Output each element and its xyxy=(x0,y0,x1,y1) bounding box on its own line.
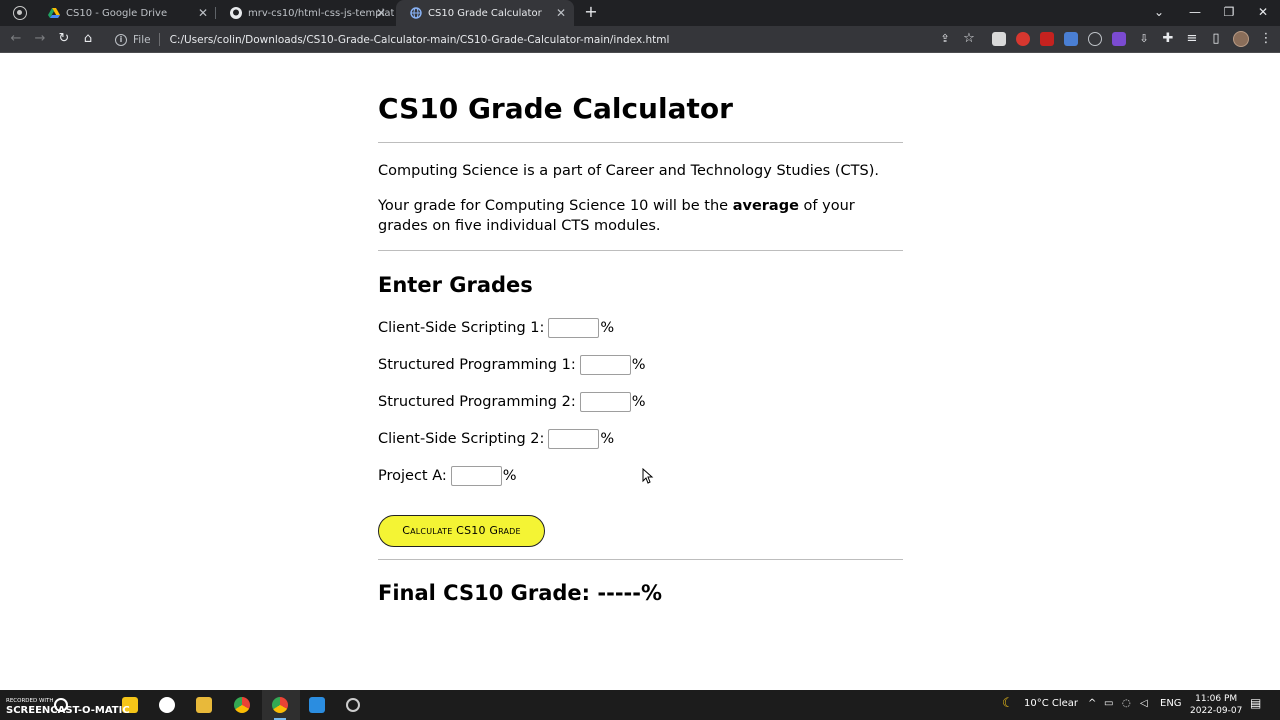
wifi-icon[interactable]: ◌ xyxy=(1122,698,1131,709)
profile-avatar[interactable] xyxy=(1233,31,1249,47)
percent-unit: % xyxy=(631,357,646,373)
clock[interactable]: 11:06 PM 2022-09-07 xyxy=(1190,693,1242,717)
power-extension-icon[interactable] xyxy=(1088,32,1102,46)
side-panel-icon[interactable]: ▯ xyxy=(1208,31,1224,47)
github-icon xyxy=(230,7,242,19)
mail-extension-icon[interactable] xyxy=(1040,32,1054,46)
file-explorer-icon[interactable] xyxy=(196,697,212,713)
grade-row-client-side-scripting-1: Client-Side Scripting 1: % xyxy=(378,318,903,338)
field-label: Client-Side Scripting 2: xyxy=(378,431,545,447)
reading-list-icon[interactable]: ≡ xyxy=(1184,31,1200,47)
chrome-icon[interactable] xyxy=(234,697,250,713)
description-text: Your grade for Computing Science 10 will… xyxy=(378,196,903,236)
tab-github[interactable]: mrv-cs10/html-css-js-template: T ✕ xyxy=(216,0,394,26)
screen-share-icon[interactable]: ▭ xyxy=(1104,698,1113,709)
tab-title: CS10 - Google Drive xyxy=(66,7,168,19)
globe-icon xyxy=(410,7,422,19)
project-a-input[interactable] xyxy=(450,466,502,486)
grade-row-structured-programming-1: Structured Programming 1: % xyxy=(378,355,903,375)
tab-google-drive[interactable]: CS10 - Google Drive ✕ xyxy=(34,0,216,26)
close-window-icon[interactable]: ✕ xyxy=(1246,0,1280,26)
new-tab-button[interactable]: + xyxy=(582,3,600,21)
client-side-scripting-2-input[interactable] xyxy=(548,429,600,449)
puzzle-extensions-icon[interactable]: ✚ xyxy=(1160,31,1176,47)
divider xyxy=(378,250,903,251)
grade-row-project-a: Project A: % xyxy=(378,466,903,486)
vscode-icon[interactable] xyxy=(309,697,325,713)
tab-search-icon[interactable] xyxy=(13,6,27,20)
final-grade-heading: Final CS10 Grade: -----% xyxy=(378,581,663,605)
enter-grades-heading: Enter Grades xyxy=(378,273,533,297)
recorder-app-icon[interactable] xyxy=(346,698,360,712)
taskbar: ☾ 10°C Clear ^ ▭ ◌ ◁ ENG 11:06 PM 2022-0… xyxy=(0,690,1280,720)
percent-unit: % xyxy=(502,468,517,484)
back-arrow-icon[interactable]: ← xyxy=(8,31,24,47)
field-label: Structured Programming 2: xyxy=(378,394,576,410)
clock-time: 11:06 PM xyxy=(1195,694,1238,704)
chrome-active-icon[interactable] xyxy=(272,697,288,713)
browser-toolbar: ← → ↻ ⌂ i File C:/Users/colin/Downloads/… xyxy=(0,26,1280,53)
tab-title: mrv-cs10/html-css-js-template: T xyxy=(248,7,394,19)
page-content: CS10 Grade Calculator Computing Science … xyxy=(378,53,903,606)
description-bold: average xyxy=(732,198,799,214)
reload-icon[interactable]: ↻ xyxy=(56,31,72,47)
field-label: Client-Side Scripting 1: xyxy=(378,320,545,336)
client-side-scripting-1-input[interactable] xyxy=(548,318,600,338)
mouse-cursor-icon xyxy=(642,468,654,484)
google-drive-icon xyxy=(48,8,60,18)
percent-unit: % xyxy=(631,394,646,410)
divider xyxy=(378,559,903,560)
tab-strip: CS10 - Google Drive ✕ mrv-cs10/html-css-… xyxy=(0,0,1280,26)
grade-row-structured-programming-2: Structured Programming 2: % xyxy=(378,392,903,412)
percent-unit: % xyxy=(600,320,615,336)
field-label: Structured Programming 1: xyxy=(378,357,576,373)
grade-row-client-side-scripting-2: Client-Side Scripting 2: % xyxy=(378,429,903,449)
close-tab-icon[interactable]: ✕ xyxy=(374,6,388,20)
recording-watermark: RECORDED WITH SCREENCAST-O-MATIC xyxy=(6,696,130,716)
download-extension-icon[interactable]: ⇩ xyxy=(1136,31,1152,47)
chevron-up-icon[interactable]: ^ xyxy=(1088,698,1096,709)
github-desktop-icon[interactable] xyxy=(159,697,175,713)
watermark-text: SCREENCAST-O-MATIC xyxy=(6,705,130,716)
translate-icon[interactable] xyxy=(1064,32,1078,46)
tab-search-chevron-icon[interactable]: ⌄ xyxy=(1142,0,1176,26)
tab-cs10-grade-calculator[interactable]: CS10 Grade Calculator ✕ xyxy=(396,0,574,26)
page-title: CS10 Grade Calculator xyxy=(378,92,733,125)
divider xyxy=(378,142,903,143)
structured-programming-1-input[interactable] xyxy=(579,355,631,375)
close-tab-icon[interactable]: ✕ xyxy=(554,6,568,20)
forward-arrow-icon[interactable]: → xyxy=(32,31,48,47)
structured-programming-2-input[interactable] xyxy=(579,392,631,412)
share-icon[interactable]: ⇪ xyxy=(937,31,953,47)
adblock-icon[interactable] xyxy=(1016,32,1030,46)
moon-weather-icon: ☾ xyxy=(1002,696,1014,711)
weather-text[interactable]: 10°C Clear xyxy=(1024,698,1078,709)
twitch-extension-icon[interactable] xyxy=(1112,32,1126,46)
address-divider xyxy=(158,33,160,46)
extension-square-icon[interactable] xyxy=(992,32,1006,46)
tab-title: CS10 Grade Calculator xyxy=(428,7,542,19)
close-tab-icon[interactable]: ✕ xyxy=(196,6,210,20)
intro-text: Computing Science is a part of Career an… xyxy=(378,163,879,179)
url-text[interactable]: C:/Users/colin/Downloads/CS10-Grade-Calc… xyxy=(170,34,670,46)
percent-unit: % xyxy=(600,431,615,447)
language-indicator[interactable]: ENG xyxy=(1160,698,1182,709)
clock-date: 2022-09-07 xyxy=(1190,706,1243,716)
info-icon[interactable]: i xyxy=(115,33,127,46)
address-bar[interactable]: i File C:/Users/colin/Downloads/CS10-Gra… xyxy=(108,29,928,50)
home-icon[interactable]: ⌂ xyxy=(80,31,96,47)
description-start: Your grade for Computing Science 10 will… xyxy=(378,198,733,214)
more-menu-icon[interactable]: ⋮ xyxy=(1258,31,1274,47)
volume-icon[interactable]: ◁ xyxy=(1140,698,1148,709)
restore-window-icon[interactable]: ❐ xyxy=(1212,0,1246,26)
field-label: Project A: xyxy=(378,468,447,484)
bookmark-star-icon[interactable]: ☆ xyxy=(961,31,977,47)
calculate-grade-button[interactable]: Calculate CS10 Grade xyxy=(378,515,545,547)
scheme-label: File xyxy=(133,33,151,46)
notification-icon[interactable]: ▤ xyxy=(1250,696,1261,710)
minimize-window-icon[interactable]: — xyxy=(1178,0,1212,26)
